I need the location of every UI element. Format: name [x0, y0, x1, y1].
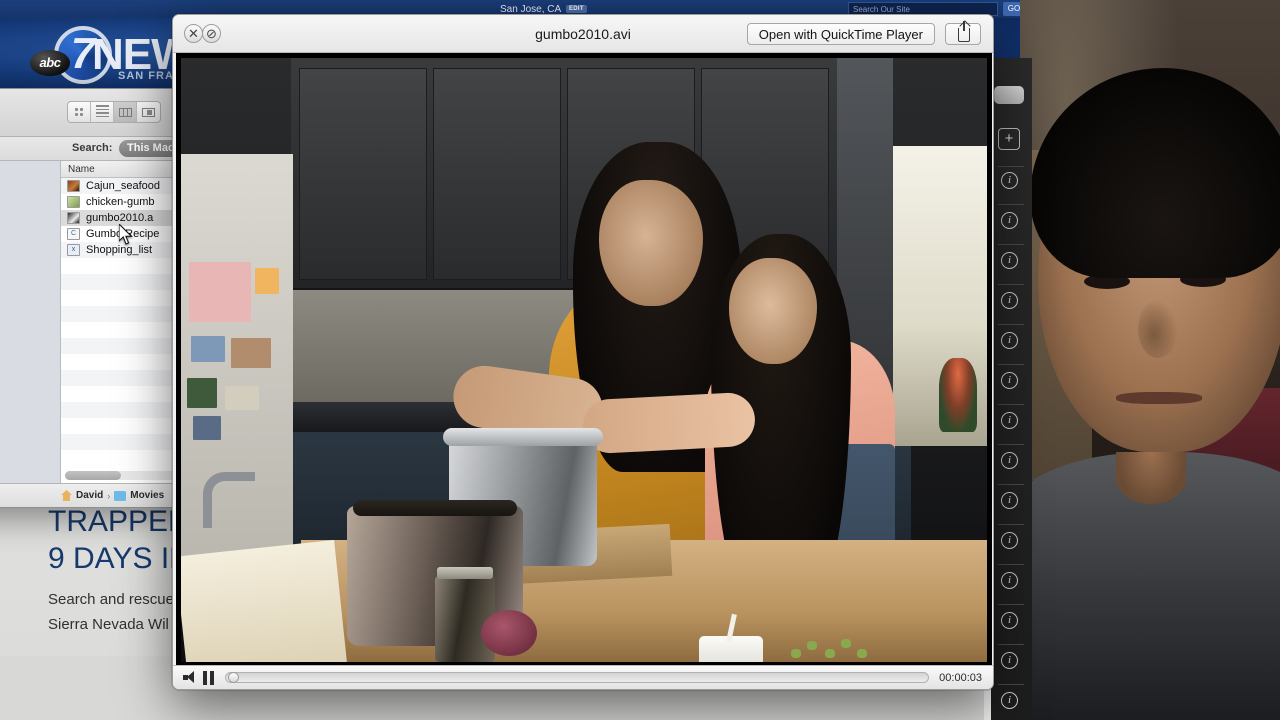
file-name: Shopping_list — [86, 244, 153, 256]
file-name: Cajun_seafood — [86, 180, 161, 192]
playback-time: 00:00:03 — [939, 671, 982, 684]
finder-search-bar: Search: This Mac — [0, 137, 191, 161]
video-player-controls[interactable]: 00:00:03 — [173, 665, 993, 689]
info-icon-strip: + i i i i i i i i i i i i i i — [990, 58, 1032, 720]
path-folder-label[interactable]: Movies — [130, 490, 164, 501]
file-name: gumbo2010.a — [86, 212, 154, 224]
spreadsheet-file-icon — [67, 244, 80, 256]
column-view-icon[interactable] — [114, 102, 137, 122]
movie-file-icon — [67, 212, 80, 224]
open-with-quicktime-button[interactable]: Open with QuickTime Player — [746, 23, 935, 45]
strip-chip — [994, 86, 1024, 104]
info-icon[interactable]: i — [1001, 292, 1018, 309]
finder-window[interactable]: Search: This Mac nts ons ds Disc Name Ca… — [0, 88, 192, 508]
path-separator: › — [107, 490, 111, 501]
desktop-screen: San Jose, CA EDIT Search Our Site GO abc… — [0, 0, 1280, 720]
document-file-icon — [67, 228, 80, 240]
info-icon[interactable]: i — [1001, 452, 1018, 469]
info-icon[interactable]: i — [1001, 332, 1018, 349]
finder-toolbar — [0, 89, 191, 137]
video-frame — [181, 58, 987, 662]
search-label: Search: — [72, 142, 113, 154]
info-icon[interactable]: i — [1001, 692, 1018, 709]
finder-path-bar: David › Movies — [0, 483, 191, 507]
call-nose — [1138, 300, 1178, 358]
info-icon[interactable]: i — [1001, 652, 1018, 669]
list-view-icon[interactable] — [91, 102, 114, 122]
photo-file-icon — [67, 180, 80, 192]
path-home-label[interactable]: David — [76, 490, 103, 501]
video-file-icon — [67, 196, 80, 208]
scrubber-handle[interactable] — [228, 672, 239, 683]
edit-location-badge[interactable]: EDIT — [566, 5, 587, 13]
view-mode-segmented-control[interactable] — [67, 101, 161, 123]
info-icon[interactable]: i — [1001, 372, 1018, 389]
mouse-cursor — [119, 224, 133, 245]
woman-face — [599, 180, 703, 306]
horizontal-scrollbar[interactable] — [65, 471, 187, 480]
girl-arm — [581, 391, 757, 455]
coverflow-view-icon[interactable] — [137, 102, 160, 122]
open-cookbook — [181, 539, 348, 662]
info-icon[interactable]: i — [1001, 532, 1018, 549]
speaker-icon[interactable] — [183, 671, 198, 684]
video-preview-area[interactable] — [176, 53, 992, 667]
icon-view-icon[interactable] — [68, 102, 91, 122]
girl-face — [729, 258, 817, 364]
call-participant-neck — [1116, 452, 1186, 504]
info-icon[interactable]: i — [1001, 612, 1018, 629]
home-icon — [61, 490, 72, 501]
sink-faucet — [203, 472, 255, 528]
finder-sidebar: nts ons ds Disc — [0, 161, 61, 483]
playback-scrubber[interactable] — [225, 672, 930, 683]
sidebar-item-applications[interactable]: ons — [0, 191, 60, 207]
quicklook-titlebar[interactable]: ✕ ⊘ gumbo2010.avi Open with QuickTime Pl… — [173, 15, 993, 53]
info-icon[interactable]: i — [1001, 572, 1018, 589]
info-icon[interactable]: i — [1001, 412, 1018, 429]
abc-disc-icon: abc — [30, 50, 70, 76]
pause-icon[interactable] — [203, 670, 215, 685]
info-icon[interactable]: i — [1001, 212, 1018, 229]
sidebar-item-remote-disc[interactable]: Disc — [0, 237, 60, 253]
add-button[interactable]: + — [998, 128, 1020, 150]
info-icon[interactable]: i — [1001, 172, 1018, 189]
file-name: chicken-gumb — [86, 196, 155, 208]
red-onion — [481, 610, 537, 656]
share-button[interactable] — [945, 21, 981, 45]
info-icon[interactable]: i — [1001, 252, 1018, 269]
share-icon — [958, 21, 970, 42]
sidebar-item-documents[interactable]: nts — [0, 175, 60, 191]
folder-icon — [114, 490, 127, 501]
sidebar-item-downloads[interactable]: ds — [0, 207, 60, 223]
flower-vase — [939, 358, 977, 432]
quicklook-window[interactable]: ✕ ⊘ gumbo2010.avi Open with QuickTime Pl… — [172, 14, 994, 690]
info-icon[interactable]: i — [1001, 492, 1018, 509]
video-call-panel — [1020, 0, 1280, 720]
call-mouth — [1116, 392, 1202, 404]
